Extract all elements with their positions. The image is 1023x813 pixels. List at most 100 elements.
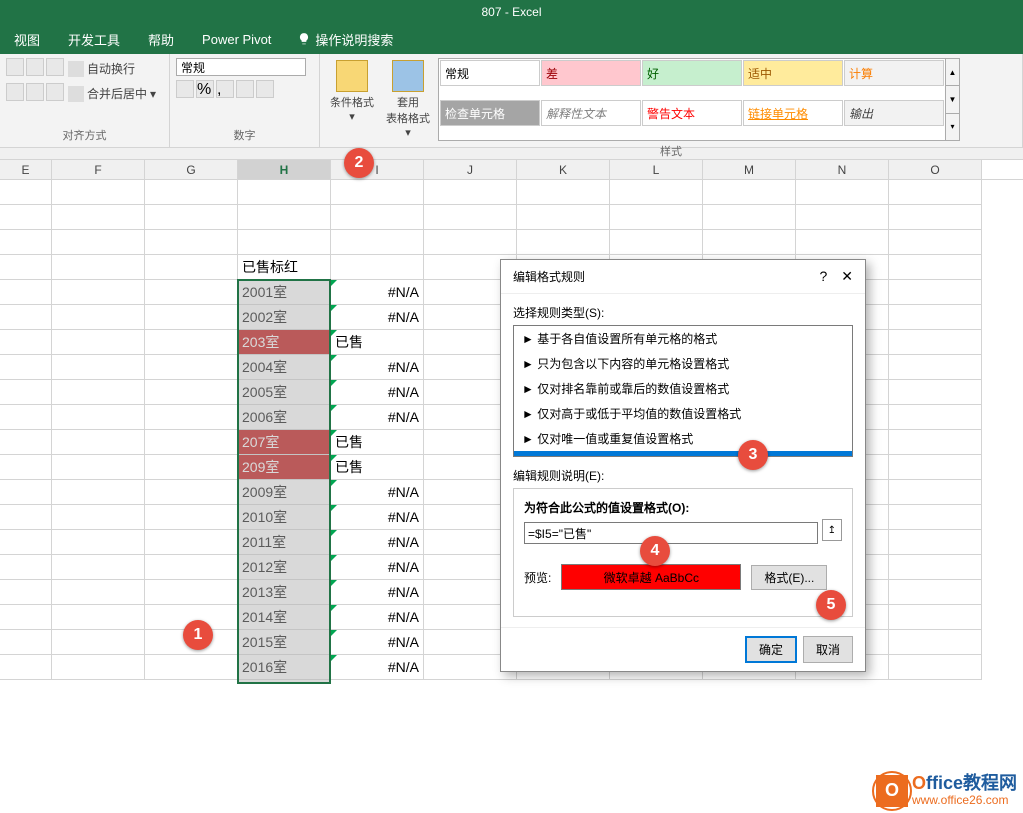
cell[interactable] bbox=[145, 305, 238, 330]
cell[interactable] bbox=[52, 230, 145, 255]
cell[interactable] bbox=[145, 380, 238, 405]
cell[interactable] bbox=[889, 280, 982, 305]
cell[interactable] bbox=[0, 330, 52, 355]
cell[interactable] bbox=[145, 480, 238, 505]
cell[interactable] bbox=[0, 555, 52, 580]
cell[interactable] bbox=[52, 430, 145, 455]
align-bottom-icon[interactable] bbox=[46, 58, 64, 76]
cell[interactable]: #N/A bbox=[331, 530, 424, 555]
cell[interactable] bbox=[0, 255, 52, 280]
tell-me-search[interactable]: 操作说明搜索 bbox=[297, 30, 393, 49]
cell[interactable]: #N/A bbox=[331, 405, 424, 430]
cell[interactable] bbox=[889, 555, 982, 580]
cell[interactable] bbox=[52, 355, 145, 380]
cell[interactable]: 已售 bbox=[331, 330, 424, 355]
style-good[interactable]: 好 bbox=[642, 60, 742, 86]
col-header-j[interactable]: J bbox=[424, 160, 517, 179]
cell[interactable] bbox=[0, 280, 52, 305]
tab-view[interactable]: 视图 bbox=[4, 24, 50, 55]
cell[interactable]: #N/A bbox=[331, 280, 424, 305]
col-header-l[interactable]: L bbox=[610, 160, 703, 179]
cell[interactable] bbox=[424, 205, 517, 230]
ok-button[interactable]: 确定 bbox=[745, 636, 797, 663]
cell[interactable] bbox=[52, 630, 145, 655]
gallery-down-icon[interactable]: ▼ bbox=[946, 86, 959, 113]
cell[interactable] bbox=[0, 430, 52, 455]
cell[interactable] bbox=[889, 580, 982, 605]
cell[interactable]: #N/A bbox=[331, 305, 424, 330]
cell[interactable] bbox=[517, 180, 610, 205]
cell[interactable] bbox=[703, 180, 796, 205]
cell[interactable] bbox=[889, 330, 982, 355]
align-top-icon[interactable] bbox=[6, 58, 24, 76]
cell[interactable]: #N/A bbox=[331, 655, 424, 680]
cell[interactable] bbox=[796, 205, 889, 230]
close-icon[interactable]: ✕ bbox=[841, 268, 853, 285]
style-warn[interactable]: 警告文本 bbox=[642, 100, 742, 126]
cell[interactable]: 2015室 bbox=[238, 630, 331, 655]
percent-icon[interactable]: % bbox=[196, 80, 214, 98]
help-icon[interactable]: ? bbox=[819, 268, 827, 285]
cell[interactable] bbox=[610, 230, 703, 255]
cell[interactable] bbox=[52, 505, 145, 530]
style-calc[interactable]: 计算 bbox=[844, 60, 944, 86]
cell[interactable] bbox=[145, 180, 238, 205]
cell[interactable] bbox=[52, 480, 145, 505]
rule-item[interactable]: ► 仅对唯一值或重复值设置格式 bbox=[514, 426, 852, 451]
cell[interactable] bbox=[0, 580, 52, 605]
cell[interactable] bbox=[145, 280, 238, 305]
cell[interactable] bbox=[145, 405, 238, 430]
cell[interactable]: 2004室 bbox=[238, 355, 331, 380]
style-bad[interactable]: 差 bbox=[541, 60, 641, 86]
number-format-dropdown[interactable] bbox=[176, 58, 306, 76]
cell[interactable] bbox=[145, 255, 238, 280]
cell[interactable] bbox=[889, 405, 982, 430]
cell[interactable] bbox=[145, 580, 238, 605]
col-header-m[interactable]: M bbox=[703, 160, 796, 179]
cell[interactable] bbox=[0, 655, 52, 680]
gallery-up-icon[interactable]: ▲ bbox=[946, 59, 959, 86]
col-header-g[interactable]: G bbox=[145, 160, 238, 179]
cell-styles-gallery[interactable]: 常规 差 好 适中 计算 检查单元格 解释性文本 警告文本 链接单元格 输出 bbox=[438, 58, 946, 141]
style-normal[interactable]: 常规 bbox=[440, 60, 540, 86]
format-as-table-button[interactable]: 套用 表格格式 ▾ bbox=[382, 58, 434, 141]
cell[interactable] bbox=[52, 180, 145, 205]
cell[interactable] bbox=[703, 230, 796, 255]
style-explain[interactable]: 解释性文本 bbox=[541, 100, 641, 126]
cell[interactable] bbox=[52, 255, 145, 280]
cell[interactable] bbox=[0, 630, 52, 655]
style-check[interactable]: 检查单元格 bbox=[440, 100, 540, 126]
cell[interactable] bbox=[238, 205, 331, 230]
cell[interactable] bbox=[0, 480, 52, 505]
cell[interactable] bbox=[0, 305, 52, 330]
cell[interactable] bbox=[145, 505, 238, 530]
cell[interactable]: #N/A bbox=[331, 355, 424, 380]
cancel-button[interactable]: 取消 bbox=[803, 636, 853, 663]
cell[interactable] bbox=[331, 230, 424, 255]
wrap-text-button[interactable]: 自动换行 bbox=[66, 58, 137, 79]
cell[interactable] bbox=[889, 480, 982, 505]
cell[interactable] bbox=[331, 205, 424, 230]
cell[interactable]: 2006室 bbox=[238, 405, 331, 430]
cell[interactable] bbox=[610, 205, 703, 230]
cell[interactable]: 2005室 bbox=[238, 380, 331, 405]
cell[interactable] bbox=[145, 530, 238, 555]
cell[interactable] bbox=[0, 230, 52, 255]
cell[interactable] bbox=[0, 380, 52, 405]
cell[interactable]: 已售 bbox=[331, 430, 424, 455]
cell[interactable] bbox=[424, 180, 517, 205]
align-left-icon[interactable] bbox=[6, 83, 24, 101]
cell[interactable]: 已售 bbox=[331, 455, 424, 480]
cell[interactable] bbox=[796, 180, 889, 205]
align-middle-icon[interactable] bbox=[26, 58, 44, 76]
cell[interactable] bbox=[331, 255, 424, 280]
rule-item[interactable]: ► 只为包含以下内容的单元格设置格式 bbox=[514, 351, 852, 376]
cell[interactable]: 已售标红 bbox=[238, 255, 331, 280]
cell[interactable]: 2013室 bbox=[238, 580, 331, 605]
cell[interactable] bbox=[0, 355, 52, 380]
cell[interactable] bbox=[52, 580, 145, 605]
align-right-icon[interactable] bbox=[46, 83, 64, 101]
cell[interactable] bbox=[889, 505, 982, 530]
cell[interactable]: 2016室 bbox=[238, 655, 331, 680]
cell[interactable]: 2012室 bbox=[238, 555, 331, 580]
